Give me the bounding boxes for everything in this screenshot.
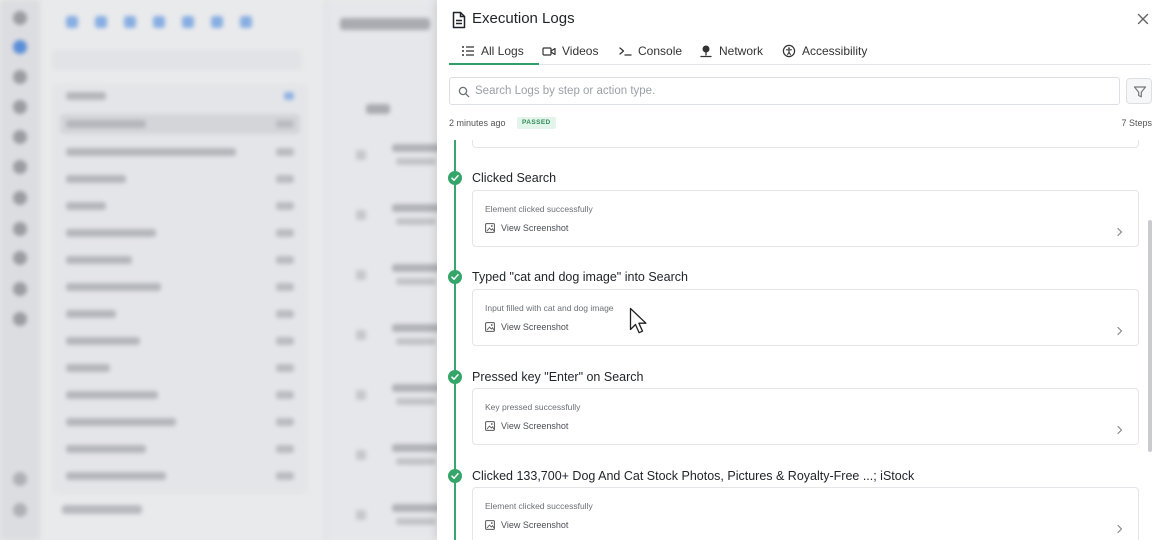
step-card[interactable]: Element clicked successfully View Screen…	[472, 487, 1139, 540]
step-title: Pressed key "Enter" on Search	[472, 370, 644, 384]
filter-icon	[1133, 86, 1147, 98]
tab-accessibility[interactable]: Accessibility	[782, 40, 867, 65]
search-icon	[458, 85, 470, 98]
image-icon	[485, 322, 495, 332]
scrollbar-thumb[interactable]	[1148, 220, 1152, 452]
view-screenshot-link[interactable]: View Screenshot	[485, 322, 568, 332]
execution-logs-drawer: Execution Logs All Logs Videos Console N…	[437, 0, 1163, 540]
log-tabs: All Logs Videos Console Network Accessib…	[449, 40, 1151, 65]
check-icon	[448, 171, 462, 185]
steps-count: 7 Steps	[1121, 118, 1152, 128]
run-time-ago: 2 minutes ago	[449, 118, 506, 128]
step-message: Input filled with cat and dog image	[485, 303, 614, 313]
view-screenshot-link[interactable]: View Screenshot	[485, 520, 568, 530]
tab-console[interactable]: Console	[618, 40, 682, 65]
step-card[interactable]: Key pressed successfully View Screenshot	[472, 388, 1139, 445]
close-button[interactable]	[1135, 11, 1151, 27]
network-icon	[699, 44, 713, 58]
image-icon	[485, 421, 495, 431]
view-screenshot-label: View Screenshot	[501, 520, 569, 530]
previous-step-card[interactable]	[472, 140, 1139, 148]
list-icon	[461, 44, 475, 58]
drawer-header: Execution Logs	[437, 0, 1163, 40]
background-icon-rail	[0, 0, 40, 540]
image-icon	[485, 223, 495, 233]
check-icon	[448, 370, 462, 384]
log-search	[449, 77, 1120, 105]
chevron-right-icon	[1116, 323, 1123, 336]
document-icon	[452, 11, 466, 29]
image-icon	[485, 520, 495, 530]
tab-label: Console	[638, 44, 683, 58]
step-timeline: Clicked Search Element clicked successfu…	[437, 140, 1163, 540]
chevron-right-icon	[1116, 422, 1123, 435]
step-card[interactable]: Element clicked successfully View Screen…	[472, 190, 1139, 247]
tab-label: Accessibility	[802, 44, 868, 58]
step-card[interactable]: Input filled with cat and dog image View…	[472, 289, 1139, 346]
check-icon	[448, 270, 462, 284]
tab-network[interactable]: Network	[699, 40, 763, 65]
close-icon	[1137, 13, 1149, 25]
tab-label: Network	[719, 44, 764, 58]
step-message: Key pressed successfully	[485, 402, 581, 412]
step-message: Element clicked successfully	[485, 501, 593, 511]
view-screenshot-label: View Screenshot	[501, 322, 569, 332]
view-screenshot-label: View Screenshot	[501, 421, 569, 431]
view-screenshot-link[interactable]: View Screenshot	[485, 421, 568, 431]
step-title: Clicked Search	[472, 171, 557, 185]
accessibility-icon	[782, 44, 796, 58]
view-screenshot-link[interactable]: View Screenshot	[485, 223, 568, 233]
step-message: Element clicked successfully	[485, 204, 593, 214]
status-badge: PASSED	[517, 117, 556, 129]
tab-all-logs[interactable]: All Logs	[449, 40, 539, 65]
terminal-icon	[618, 44, 632, 58]
video-icon	[542, 44, 556, 58]
step-title: Clicked 133,700+ Dog And Cat Stock Photo…	[472, 469, 915, 483]
drawer-title: Execution Logs	[472, 10, 575, 27]
chevron-right-icon	[1116, 224, 1123, 237]
tab-label: Videos	[562, 44, 599, 58]
filter-button[interactable]	[1126, 78, 1152, 104]
view-screenshot-label: View Screenshot	[501, 223, 569, 233]
chevron-right-icon	[1116, 521, 1123, 534]
tab-videos[interactable]: Videos	[542, 40, 598, 65]
search-input[interactable]	[475, 82, 1105, 100]
background-toolbar	[40, 0, 330, 44]
background-search	[52, 50, 302, 70]
tab-label: All Logs	[481, 44, 524, 58]
check-icon	[448, 469, 462, 483]
step-title: Typed "cat and dog image" into Search	[472, 270, 688, 284]
